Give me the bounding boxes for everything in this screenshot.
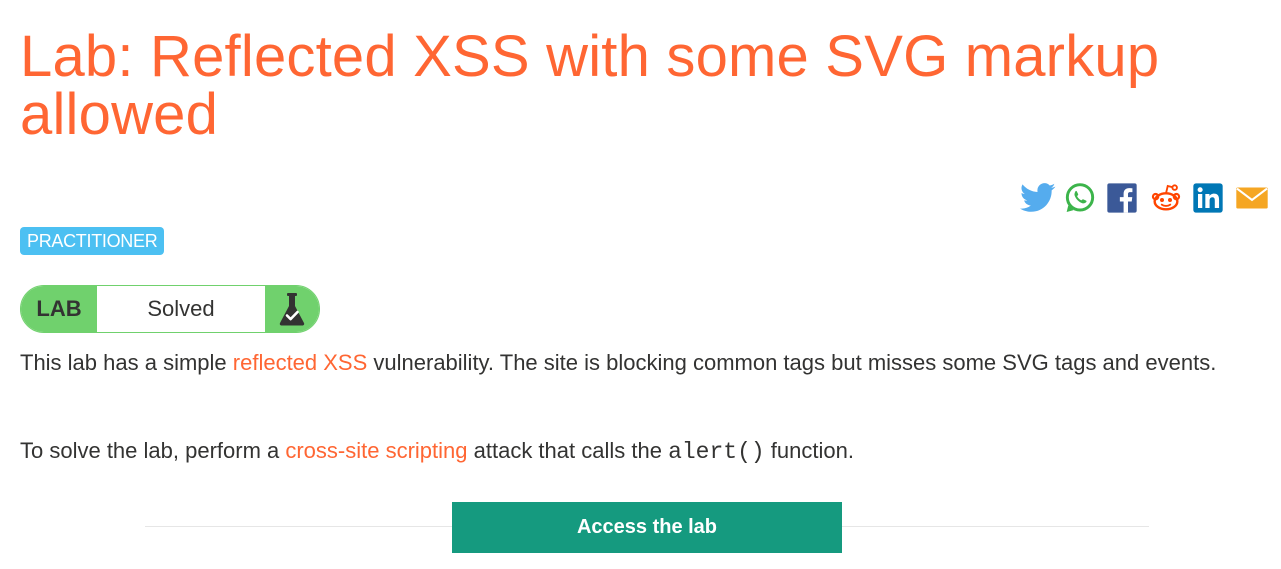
share-facebook-link[interactable] bbox=[1106, 182, 1140, 214]
instructions-text: function. bbox=[764, 438, 854, 463]
twitter-bird-icon bbox=[1020, 183, 1056, 212]
description-text: vulnerability. The site is blocking comm… bbox=[367, 350, 1217, 375]
reddit-alien-icon bbox=[1151, 184, 1181, 211]
lab-instructions: To solve the lab, perform a cross-site s… bbox=[20, 433, 1265, 470]
description-text: This lab has a simple bbox=[20, 350, 233, 375]
lab-page: Lab: Reflected XSS with some SVG markup … bbox=[0, 0, 1281, 569]
facebook-icon bbox=[1107, 183, 1137, 213]
whatsapp-icon bbox=[1065, 183, 1095, 212]
share-reddit-link[interactable] bbox=[1149, 182, 1183, 214]
level-badge: PRACTITIONER bbox=[20, 227, 165, 255]
lab-description: This lab has a simple reflected XSS vuln… bbox=[20, 345, 1265, 381]
share-twitter-link[interactable] bbox=[1020, 182, 1056, 214]
lab-status-text: Solved bbox=[147, 296, 215, 321]
instructions-text: attack that calls the bbox=[467, 438, 669, 463]
lab-tag: LAB bbox=[21, 286, 97, 332]
lab-flask-cell bbox=[265, 286, 319, 332]
page-title: Lab: Reflected XSS with some SVG markup … bbox=[20, 24, 1160, 147]
reflected-xss-link[interactable]: reflected XSS bbox=[233, 350, 368, 375]
linkedin-icon bbox=[1193, 183, 1223, 213]
lab-status-widget: LAB Solved bbox=[20, 285, 320, 333]
envelope-icon bbox=[1236, 187, 1268, 209]
cross-site-scripting-link[interactable]: cross-site scripting bbox=[285, 438, 467, 463]
alert-code: alert() bbox=[668, 439, 765, 465]
access-lab-button[interactable]: Access the lab bbox=[452, 502, 842, 553]
flask-check-icon bbox=[279, 293, 305, 326]
share-bar bbox=[1020, 182, 1269, 214]
share-email-link[interactable] bbox=[1235, 182, 1269, 214]
share-whatsapp-link[interactable] bbox=[1063, 182, 1097, 214]
instructions-text: To solve the lab, perform a bbox=[20, 438, 286, 463]
share-linkedin-link[interactable] bbox=[1192, 182, 1226, 214]
